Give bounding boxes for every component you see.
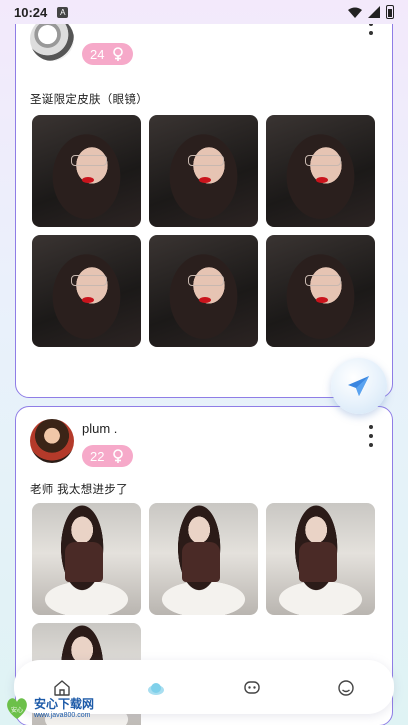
- avatar[interactable]: [30, 419, 74, 463]
- planet-icon: [148, 683, 164, 695]
- chat-icon: [244, 681, 260, 694]
- nav-planet[interactable]: [145, 677, 167, 699]
- age-badge: 22: [82, 445, 133, 467]
- watermark-logo-text: 安心: [11, 706, 23, 714]
- sim-icon: A: [57, 6, 69, 18]
- watermark-title: 安心下载网: [34, 696, 95, 711]
- post-photo[interactable]: [32, 115, 141, 227]
- post-header: plum . 22: [30, 419, 380, 469]
- avatar[interactable]: [30, 24, 74, 61]
- watermark-url: www.java800.com: [34, 711, 91, 719]
- status-time: 10:24: [14, 4, 48, 20]
- send-fab-button[interactable]: [331, 358, 387, 414]
- post-photo[interactable]: [32, 503, 141, 615]
- more-options-icon[interactable]: [366, 425, 376, 447]
- female-icon: [112, 449, 124, 463]
- battery-icon: [386, 5, 394, 19]
- paper-plane-icon: [348, 376, 369, 396]
- female-icon: [112, 47, 124, 61]
- post-photo[interactable]: [266, 115, 375, 227]
- post-photo[interactable]: [149, 115, 258, 227]
- nav-chat[interactable]: [241, 677, 263, 699]
- post-header: 24: [30, 24, 380, 67]
- wifi-icon: [348, 7, 362, 18]
- post-feed[interactable]: 24 圣诞限定皮肤（眼镜） plum . 22 老师 我太想进步了: [0, 24, 408, 725]
- post-text: 老师 我太想进步了: [30, 484, 128, 496]
- post-text: 圣诞限定皮肤（眼镜）: [30, 94, 148, 106]
- username[interactable]: plum .: [82, 421, 117, 436]
- age-badge: 24: [82, 43, 133, 65]
- watermark-logo-icon: 安心: [7, 698, 27, 719]
- post-photo[interactable]: [149, 503, 258, 615]
- post-card[interactable]: 24 圣诞限定皮肤（眼镜）: [15, 24, 393, 398]
- post-photo[interactable]: [266, 503, 375, 615]
- post-photo[interactable]: [149, 235, 258, 347]
- profile-icon: [338, 680, 354, 696]
- status-bar: 10:24 A: [0, 0, 408, 24]
- signal-icon: [368, 6, 380, 18]
- post-photo[interactable]: [32, 235, 141, 347]
- watermark: 安心 安心下载网 www.java800.com: [4, 694, 94, 722]
- age-value: 22: [90, 448, 105, 464]
- post-photo[interactable]: [266, 235, 375, 347]
- age-value: 24: [90, 46, 105, 62]
- nav-profile[interactable]: [335, 677, 357, 699]
- more-options-icon[interactable]: [366, 24, 376, 35]
- status-icons: [348, 5, 394, 19]
